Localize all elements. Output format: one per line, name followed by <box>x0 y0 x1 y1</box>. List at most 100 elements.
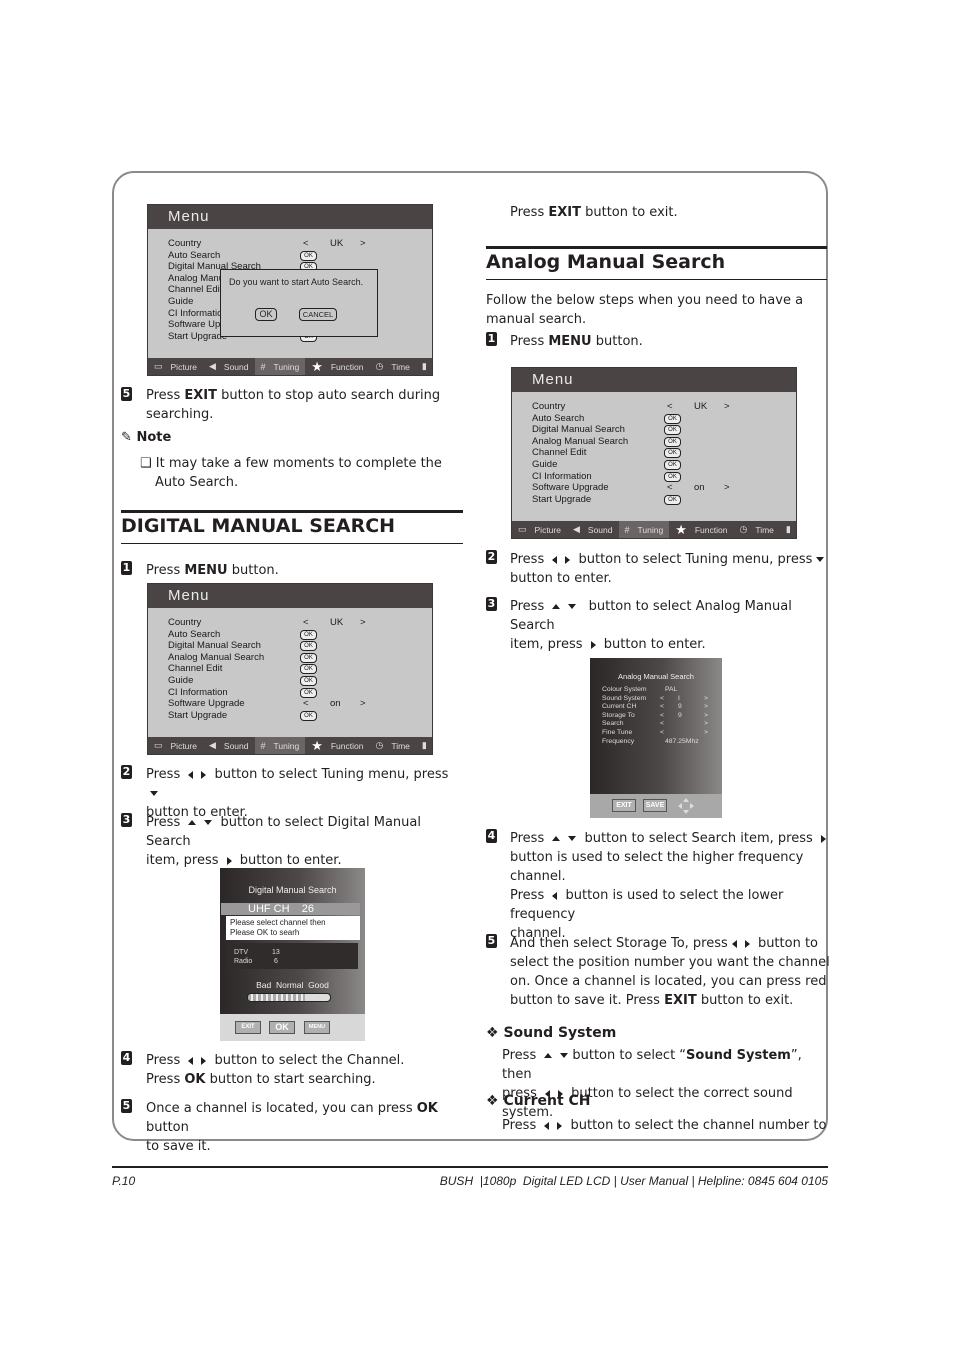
step-number: 4 <box>486 829 497 843</box>
menu-label: Auto Search <box>532 412 585 424</box>
tab-label: Sound <box>223 361 249 372</box>
menu-label: Country <box>532 401 566 412</box>
text: And then select Storage To, press <box>510 936 728 951</box>
ams-row-current-ch: Current CH <9 > <box>602 703 714 712</box>
ok-badge: OK <box>664 413 681 424</box>
key-name: MENU <box>184 563 228 578</box>
tab-label: Tuning <box>273 361 300 372</box>
star-icon: ★ <box>311 737 323 753</box>
exit-instruction: Press EXIT button to exit. <box>510 203 678 222</box>
ams-row-storage-to: Storage To <9 > <box>602 712 714 721</box>
tab-label: Time <box>391 740 410 751</box>
ok-badge: OK <box>664 425 681 436</box>
text: on. Once a channel is located, you can p… <box>510 974 827 989</box>
speaker-icon: ◀ <box>572 524 580 534</box>
dialog-cancel-button[interactable]: CANCEL <box>299 308 337 321</box>
menu-label: Software Upgrade <box>168 698 245 710</box>
tab-function[interactable]: ★ Function <box>669 521 733 538</box>
tab-lock[interactable]: ▮ Lock <box>416 737 432 754</box>
right-arrow-icon: > <box>360 698 366 710</box>
text: Press <box>146 767 181 782</box>
menu-title: Menu <box>512 368 796 392</box>
ok-button[interactable]: OK <box>269 1021 295 1034</box>
menu-label: CI Information <box>168 307 228 319</box>
left-arrow-icon: < <box>660 728 664 736</box>
left-arrow-icon: < <box>660 711 664 719</box>
tab-function[interactable]: ★ Function <box>305 358 369 375</box>
exit-button[interactable]: EXIT <box>612 799 636 812</box>
text: button to select Tuning menu, press <box>578 552 813 567</box>
text: Press <box>146 1053 181 1068</box>
save-button[interactable]: SAVE <box>643 799 667 812</box>
ok-badge: OK <box>664 448 681 459</box>
text: Press <box>146 1072 185 1087</box>
text: Press <box>502 1048 537 1063</box>
menu-row-ci-information: CI Information OK <box>532 471 772 483</box>
screen-footer: EXIT OK MENU <box>220 1014 365 1041</box>
signal-strength-fill <box>248 994 306 1001</box>
key-name: EXIT <box>664 993 697 1008</box>
menu-button[interactable]: MENU <box>304 1021 330 1034</box>
step-number: 4 <box>121 1051 132 1065</box>
tab-sound[interactable]: ◀ Sound <box>567 521 619 538</box>
step-text: Press button to select the Channel. Press… <box>146 1051 456 1089</box>
text: button is used to select the higher freq… <box>510 850 804 865</box>
down-arrow-icon <box>568 836 577 841</box>
tab-time[interactable]: ◷ Time <box>369 737 415 754</box>
ok-badge: OK <box>300 641 317 652</box>
step-text: Press button to select Analog Manual Sea… <box>510 597 830 654</box>
ams-row-sound-system: Sound System < I > <box>602 695 714 704</box>
tv-menu-tuning: Menu Country < UK > Auto Search OK Digital M… <box>147 583 433 755</box>
subheading-text: Sound System <box>503 1025 617 1041</box>
left-arrow-icon: < <box>660 703 664 711</box>
dialog-ok-button[interactable]: OK <box>255 308 277 321</box>
ok-badge: OK <box>300 710 317 721</box>
tab-sound[interactable]: ◀ Sound <box>203 737 255 754</box>
tab-time[interactable]: ◷ Time <box>369 358 415 375</box>
exit-button[interactable]: EXIT <box>235 1021 261 1034</box>
subheading-current-ch: ❖ Current CH <box>486 1092 591 1111</box>
tab-tuning[interactable]: # Tuning <box>254 737 306 754</box>
tab-time[interactable]: ◷ Time <box>733 521 779 538</box>
key-name: OK <box>184 1072 206 1087</box>
step-number: 5 <box>121 387 132 401</box>
tab-picture[interactable]: ▭ Picture <box>512 521 567 538</box>
tab-tuning[interactable]: # Tuning <box>618 521 670 538</box>
menu-label: Guide <box>532 458 558 470</box>
section-heading-analog: Analog Manual Search <box>486 251 726 273</box>
tab-lock[interactable]: ▮ Lock <box>416 358 432 375</box>
right-arrow-icon: > <box>360 617 366 628</box>
tab-lock[interactable]: ▮ Lock <box>780 521 796 538</box>
tab-tuning[interactable]: # Tuning <box>254 358 306 375</box>
band-label: UHF CH <box>248 903 290 915</box>
left-arrow-icon: < <box>303 238 309 249</box>
right-arrow-icon: > <box>724 482 730 494</box>
menu-tab-bar: ▭ Picture ◀ Sound # Tuning ★ Function ◷ Time … <box>512 521 796 538</box>
ok-badge: OK <box>300 629 317 640</box>
radio-count: 6 <box>274 958 278 965</box>
text: Press <box>510 552 545 567</box>
row-value: PAL <box>665 686 678 693</box>
menu-row-auto-search: Auto Search OK <box>168 250 408 262</box>
digital-manual-search-screen: Digital Manual Search UHF CH 26 Please s… <box>220 868 365 1041</box>
tab-function[interactable]: ★ Function <box>305 737 369 754</box>
menu-label: Auto Search <box>168 249 221 261</box>
step-number: 5 <box>486 934 497 948</box>
menu-row-country: Country < UK > <box>532 401 772 413</box>
menu-row-software-upgrade: Software Upgrade < on > <box>532 482 772 494</box>
right-arrow-icon <box>201 770 207 779</box>
tab-sound[interactable]: ◀ Sound <box>203 358 255 375</box>
tab-picture[interactable]: ▭ Picture <box>148 358 203 375</box>
step-text: Press MENU button. <box>146 561 279 580</box>
text: button to enter. <box>239 853 342 868</box>
left-arrow-icon: < <box>667 482 673 494</box>
text: button. <box>227 563 279 578</box>
signal-quality-labels: Bad Normal Good <box>256 980 329 990</box>
note-item: ❑ It may take a few moments to complete … <box>140 454 471 492</box>
text: button is used to select the lower frequ… <box>510 888 784 922</box>
tab-label: Sound <box>587 524 613 535</box>
tab-picture[interactable]: ▭ Picture <box>148 737 203 754</box>
step-text: Press button to select Digital Manual Se… <box>146 813 456 870</box>
menu-value: on <box>694 482 705 494</box>
menu-label: CI Information <box>532 470 592 482</box>
